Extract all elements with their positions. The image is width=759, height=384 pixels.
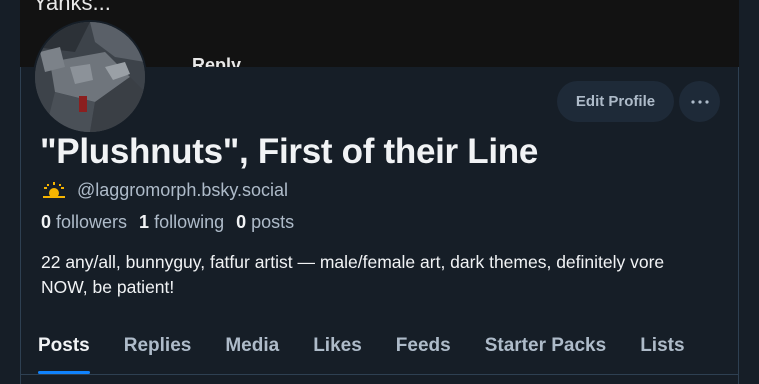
handle-row: @laggromorph.bsky.social (41, 179, 288, 201)
profile-tabs: Posts Replies Media Likes Feeds Starter … (21, 326, 738, 375)
tab-posts[interactable]: Posts (21, 326, 107, 374)
tab-media[interactable]: Media (208, 326, 296, 366)
user-handle[interactable]: @laggromorph.bsky.social (77, 180, 288, 201)
profile-bio: 22 any/all, bunnyguy, fatfur artist — ma… (41, 252, 665, 297)
tab-replies[interactable]: Replies (107, 326, 209, 366)
ellipsis-icon (690, 99, 709, 104)
more-options-button[interactable] (679, 81, 720, 122)
banner-reply-text: Reply (192, 55, 242, 67)
profile-stats: 0 followers 1 following 0 posts (41, 212, 294, 233)
edit-profile-button[interactable]: Edit Profile (557, 81, 674, 122)
posts-stat: 0 posts (236, 212, 295, 232)
tab-feeds[interactable]: Feeds (379, 326, 468, 366)
avatar[interactable] (33, 20, 147, 134)
tab-lists[interactable]: Lists (623, 326, 701, 366)
tab-starter-packs[interactable]: Starter Packs (468, 326, 623, 366)
banner-text: Yanks... (33, 0, 111, 15)
following-stat[interactable]: 1 following (139, 212, 224, 233)
followers-stat[interactable]: 0 followers (41, 212, 127, 233)
avatar-image (35, 22, 145, 132)
tab-likes[interactable]: Likes (296, 326, 379, 366)
display-name: "Plushnuts", First of their Line (40, 132, 539, 171)
sun-badge-icon (43, 182, 65, 198)
